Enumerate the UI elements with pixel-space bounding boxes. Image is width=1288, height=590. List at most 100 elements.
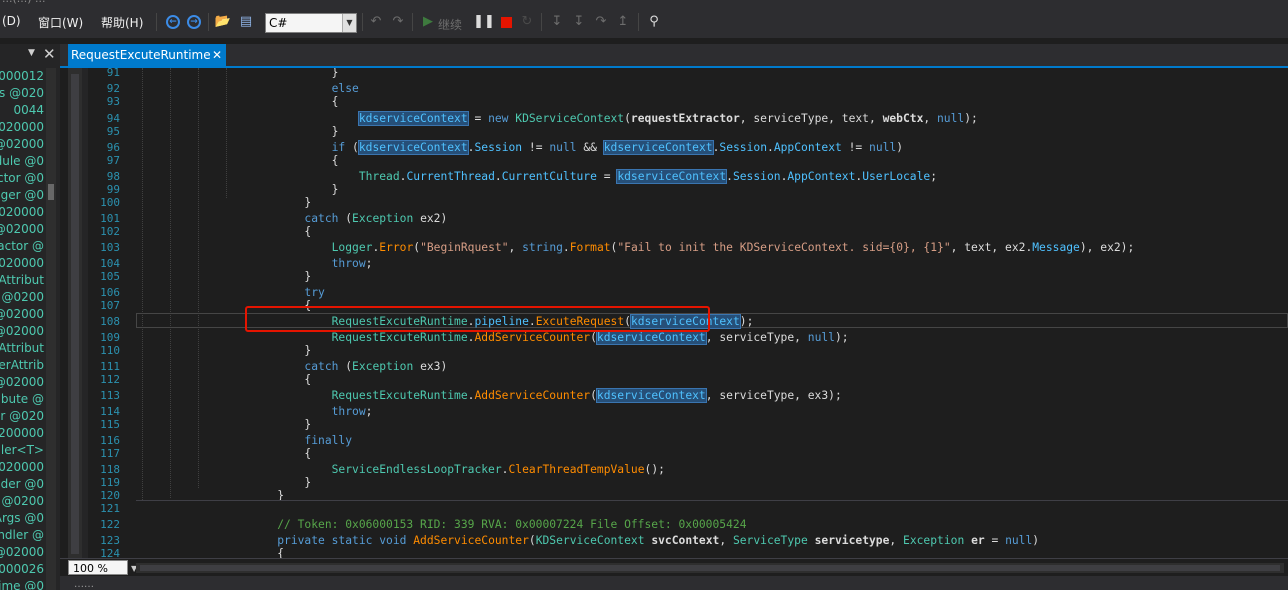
tree-item[interactable]: r @0200 [0, 493, 44, 510]
tree-item[interactable]: 000012 [0, 68, 44, 85]
step-into-button[interactable]: ↧ [549, 14, 565, 30]
tree-item[interactable]: 020000 [0, 204, 44, 221]
code-token: ); [739, 315, 754, 328]
tree-item[interactable]: 020000 [0, 119, 44, 136]
code-token: // Token: 0x06000153 RID: 339 RVA: 0x000… [250, 518, 747, 531]
tab-request-excute-runtime[interactable]: RequestExcuteRuntime ✕ [68, 44, 226, 66]
code-token: != [522, 141, 550, 154]
code-line: 93 { [60, 95, 1288, 108]
stop-debugging-button[interactable] [498, 14, 514, 30]
code-token: throw [331, 405, 366, 418]
tree-item[interactable]: gger @0 [0, 187, 44, 204]
close-icon[interactable]: ✕ [43, 45, 56, 63]
open-folder-button[interactable]: 📂 [215, 14, 231, 30]
toolbar-separator [412, 13, 413, 31]
break-all-button[interactable]: ❚❚ [473, 14, 495, 30]
tree-item[interactable]: 020000 [0, 255, 44, 272]
code-token: ); [834, 331, 849, 344]
code-editor[interactable]: 91 } 92 else 93 {94 kdserviceContext = new… [60, 68, 1288, 558]
tree-item[interactable]: @02000 [0, 221, 44, 238]
code-token: Session [732, 170, 781, 183]
redo-button[interactable]: ↷ [390, 14, 406, 30]
code-token: } [250, 68, 339, 79]
code-token: ) [1032, 534, 1040, 547]
tree-item[interactable]: 0044 [13, 102, 44, 119]
code-token: er [971, 534, 985, 547]
restart-button[interactable]: ↻ [519, 14, 535, 30]
code-token: AddServiceCounter [474, 331, 591, 344]
language-select[interactable]: C# ▼ [265, 13, 357, 33]
tree-item[interactable]: ctor @0 [0, 170, 44, 187]
tree-item[interactable]: Attribut [0, 272, 44, 289]
scrollbar-thumb[interactable] [140, 565, 1280, 571]
zoom-select[interactable]: 100 % ▼ [68, 560, 137, 575]
tree-item[interactable]: Args @0 [0, 510, 44, 527]
tree-item[interactable]: time @0 [0, 578, 44, 590]
code-line: 99 } [60, 183, 1288, 196]
code-text: RequestExcuteRuntime.AddServiceCounter(k… [250, 388, 842, 403]
code-line: 109 RequestExcuteRuntime.AddServiceCount… [60, 330, 1288, 345]
tree-item[interactable]: 020000 [0, 459, 44, 476]
navigate-forward-button[interactable]: → [186, 14, 202, 30]
code-token: ); [964, 112, 978, 125]
code-token: RequestExcuteRuntime [331, 389, 468, 402]
tree-item[interactable]: 000026 [0, 561, 44, 578]
tree-item[interactable]: dule @0 [0, 153, 44, 170]
code-token: Error [379, 241, 414, 254]
code-token: . [726, 170, 733, 183]
code-text: throw; [250, 257, 373, 270]
code-token: ClearThreadTempValue [508, 463, 645, 476]
close-icon[interactable]: ✕ [212, 44, 222, 66]
menu-debug[interactable]: (D) [2, 14, 21, 28]
menu-window[interactable]: 窗口(W) [38, 14, 83, 31]
tree-item[interactable]: erAttrib [0, 357, 44, 374]
scrollbar-thumb[interactable] [48, 184, 54, 200]
search-button[interactable]: ⚲ [646, 14, 662, 30]
tree-item[interactable]: @02000 [0, 323, 44, 340]
tree-item[interactable]: lder @0 [0, 476, 44, 493]
tree-item[interactable]: ndler @ [0, 527, 44, 544]
chevron-down-icon[interactable]: ▼ [342, 14, 356, 32]
menu-help[interactable]: 帮助(H) [101, 14, 143, 31]
code-text: Logger.Error("BeginRquest", string.Forma… [250, 241, 1135, 254]
tree-item[interactable]: 0200000 [0, 425, 44, 442]
tree-item[interactable]: @02000 [0, 374, 44, 391]
code-text: } [250, 344, 311, 357]
code-token: Format [569, 241, 611, 254]
tree-item[interactable]: @02000 [0, 136, 44, 153]
code-token: Thread [358, 170, 400, 183]
undo-button[interactable]: ↶ [368, 14, 384, 30]
step-over-button[interactable]: ↧ [571, 14, 587, 30]
tree-item[interactable]: Attribut [0, 340, 44, 357]
code-line: 97 { [60, 154, 1288, 167]
save-icon: ▤ [239, 14, 253, 29]
step-out-button[interactable]: ↥ [615, 14, 631, 30]
code-token: } [250, 183, 339, 196]
save-all-button[interactable]: ▤ [238, 14, 254, 30]
tree-item[interactable]: r @0200 [0, 289, 44, 306]
code-text: try [250, 286, 324, 299]
tree-item[interactable]: @02000 [0, 306, 44, 323]
tree-item[interactable]: @02000 [0, 544, 44, 561]
tree-item[interactable]: ractor @ [0, 238, 44, 255]
editor-horizontal-scrollbar[interactable] [136, 563, 1284, 573]
tree-item[interactable]: dler<T> [0, 442, 44, 459]
play-icon: ▶ [423, 14, 433, 29]
code-text: } [250, 270, 311, 283]
chevron-down-icon[interactable]: ▼ [28, 48, 35, 58]
code-token: null [937, 112, 965, 125]
tree-item[interactable]: s @020 [0, 85, 44, 102]
tree-item[interactable]: er @020 [0, 408, 44, 425]
panel-scrollbar[interactable] [46, 68, 56, 590]
code-token: AddServiceCounter [413, 534, 529, 547]
navigate-back-button[interactable]: ← [165, 14, 181, 30]
code-token: . [767, 141, 774, 154]
line-number: 117 [100, 447, 120, 460]
continue-button[interactable]: ▶ [420, 14, 436, 30]
code-token: string [522, 241, 563, 254]
tree-item[interactable]: ibute @ [0, 391, 44, 408]
step-over-arc-button[interactable]: ↷ [593, 14, 609, 30]
